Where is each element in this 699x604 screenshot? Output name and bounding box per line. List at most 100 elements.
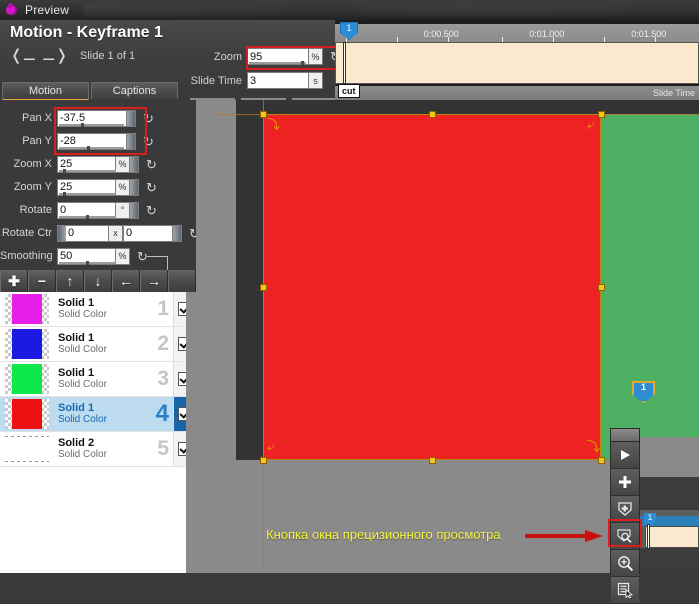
rotate-handle-bottom-right-icon[interactable]: ⤵ <box>587 440 601 454</box>
zoom-y-reset-icon[interactable]: ↺ <box>146 180 157 195</box>
rotate-field[interactable] <box>57 201 116 219</box>
zoom-slider-track[interactable] <box>249 61 306 65</box>
property-row-rotate-ctr: Rotate Ctr x ↺ <box>0 224 200 242</box>
pan-y-reset-icon[interactable]: ↺ <box>143 134 154 149</box>
rotate-handle-bottom-left-icon[interactable]: ⤶ <box>267 440 281 454</box>
pan-y-spinner[interactable] <box>127 132 136 150</box>
slide-time-input[interactable] <box>248 73 308 88</box>
table-row[interactable]: Solid 2 Solid Color 5 <box>0 432 196 467</box>
shield-add-icon[interactable] <box>611 496 639 523</box>
layer-thumbnail <box>5 294 49 324</box>
annotation-text: Кнопка окна прецизионного просмотра <box>266 527 501 542</box>
pan-x-reset-icon[interactable]: ↺ <box>143 111 154 126</box>
resize-handle-bottom-center[interactable] <box>429 457 436 464</box>
resize-handle-bottom-right[interactable] <box>598 457 605 464</box>
zoom-unit: % <box>309 48 323 65</box>
arrow-right-icon[interactable]: ⚊❭ <box>42 48 68 63</box>
zoom-x-reset-icon[interactable]: ↺ <box>146 157 157 172</box>
rotate-slider[interactable] <box>59 214 116 219</box>
rotate-handle-top-right-icon[interactable]: ⤶ <box>587 118 601 132</box>
zoom-x-spinner[interactable] <box>130 155 139 173</box>
layer-text: Solid 1 Solid Color <box>58 402 145 426</box>
layer-list-scrollbar[interactable] <box>186 292 196 573</box>
move-layer-left-button[interactable]: ← <box>112 270 140 292</box>
pan-x-spinner[interactable] <box>127 109 136 127</box>
smoothing-reset-icon[interactable]: ↺ <box>137 249 148 264</box>
zoom-slider-knob[interactable] <box>301 61 304 65</box>
zoom-x-field[interactable] <box>57 155 116 173</box>
layer-anchor-pin[interactable]: 1 <box>632 381 655 403</box>
rotate-ctr-x-spinner[interactable] <box>57 224 66 242</box>
slide-counter: Slide 1 of 1 <box>80 49 136 62</box>
pan-x-field[interactable] <box>57 109 127 127</box>
tab-captions[interactable]: Captions <box>91 82 178 99</box>
rotate-reset-icon[interactable]: ↺ <box>146 203 157 218</box>
resize-handle-bottom-left[interactable] <box>260 457 267 464</box>
zoom-x-unit: % <box>116 155 130 173</box>
list-cursor-icon[interactable] <box>611 577 639 604</box>
add-keyframe-icon[interactable] <box>611 469 639 496</box>
layer-text: Solid 1 Solid Color <box>58 332 145 356</box>
resize-handle-top-left[interactable] <box>260 111 267 118</box>
move-layer-down-button[interactable]: ↓ <box>84 270 112 292</box>
smoothing-slider[interactable] <box>59 260 116 265</box>
resize-handle-middle-right[interactable] <box>598 284 605 291</box>
shield-zoom-icon[interactable] <box>611 523 639 550</box>
timeline-ruler[interactable]: 0:00.500 0:01.000 0:01.500 <box>335 24 699 42</box>
rotate-ctr-y-field[interactable] <box>123 224 173 242</box>
zoom-y-field[interactable] <box>57 178 116 196</box>
move-layer-up-button[interactable]: ↑ <box>56 270 84 292</box>
pan-y-slider[interactable] <box>59 145 124 150</box>
timeline-tick-label: 0:01.500 <box>631 29 667 39</box>
layer-toolbar: ✚ − ↑ ↓ ← → <box>0 270 196 292</box>
rotate-spinner[interactable] <box>130 201 139 219</box>
pan-x-slider[interactable] <box>59 122 124 127</box>
table-row[interactable]: Solid 1 Solid Color 1 <box>0 292 196 327</box>
rotate-label: Rotate <box>19 204 52 216</box>
layer-color-swatch <box>12 329 42 359</box>
arrow-left-icon[interactable]: ❬⚊ <box>10 48 36 63</box>
slide-time-input-wrapper[interactable] <box>247 72 309 89</box>
tab-motion[interactable]: Motion <box>2 82 89 101</box>
smoothing-unit: % <box>116 247 130 265</box>
mini-timeline-track[interactable] <box>645 526 699 548</box>
rotate-handle-top-left-icon[interactable]: ⤵ <box>267 118 281 132</box>
timeline-cut-badge[interactable]: cut <box>338 84 360 98</box>
table-row[interactable]: Solid 1 Solid Color 3 <box>0 362 196 397</box>
move-layer-right-button[interactable]: → <box>140 270 168 292</box>
resize-handle-top-center[interactable] <box>429 111 436 118</box>
zoom-y-slider[interactable] <box>59 191 116 196</box>
property-row-pan-y: Pan Y ↺ <box>0 132 154 150</box>
tool-palette-drag-handle[interactable] <box>611 429 639 442</box>
zoom-label: Zoom <box>213 50 242 63</box>
panel-tabs: Motion Captions <box>0 82 198 101</box>
rotate-ctr-x-field[interactable] <box>66 224 109 242</box>
play-preview-icon[interactable] <box>611 442 639 469</box>
mini-timeline-playhead[interactable] <box>647 524 650 550</box>
rotate-ctr-y-spinner[interactable] <box>173 224 182 242</box>
table-row[interactable]: Solid 1 Solid Color 2 <box>0 327 196 362</box>
rotate-ctr-y-input[interactable] <box>124 225 172 241</box>
zoom-x-slider[interactable] <box>59 168 116 173</box>
layer-type: Solid Color <box>58 344 107 355</box>
remove-layer-button[interactable]: − <box>28 270 56 292</box>
background-layer-green[interactable] <box>601 114 699 460</box>
timeline-tick-label: 0:01.000 <box>529 29 565 39</box>
panel-splitter[interactable] <box>196 100 215 573</box>
selected-layer-red[interactable] <box>263 114 601 460</box>
smoothing-field[interactable] <box>57 247 116 265</box>
layer-color-swatch <box>12 294 42 324</box>
timeline-track[interactable] <box>335 42 699 84</box>
add-layer-button[interactable]: ✚ <box>0 270 28 292</box>
layer-list[interactable]: Solid 1 Solid Color 1 Solid 1 Solid Colo… <box>0 292 196 573</box>
table-row[interactable]: Solid 1 Solid Color 4 <box>0 397 196 432</box>
pan-y-field[interactable] <box>57 132 127 150</box>
rotate-ctr-x-input[interactable] <box>66 225 108 241</box>
zoom-input-wrapper[interactable] <box>247 48 309 65</box>
layer-anchor-pin-label: 1 <box>640 382 646 392</box>
timeline-playhead[interactable] <box>343 42 346 84</box>
resize-handle-top-right[interactable] <box>598 111 605 118</box>
layer-name: Solid 1 <box>58 297 95 309</box>
resize-handle-middle-left[interactable] <box>260 284 267 291</box>
zoom-y-spinner[interactable] <box>130 178 139 196</box>
